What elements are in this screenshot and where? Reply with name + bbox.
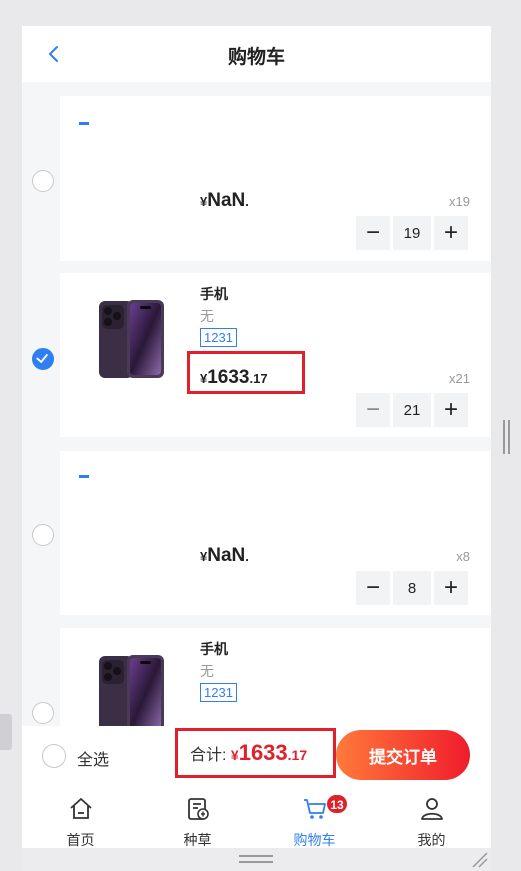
product-spec: 无 <box>200 663 214 679</box>
increase-button[interactable]: + <box>434 571 468 605</box>
submit-order-button[interactable]: 提交订单 <box>336 730 470 780</box>
resize-grip-icon[interactable] <box>471 851 489 869</box>
product-spec: 无 <box>200 308 214 324</box>
nav-bar: 购物车 <box>22 26 491 82</box>
increase-button[interactable]: + <box>434 393 468 427</box>
notes-icon <box>188 798 209 820</box>
decrease-button[interactable]: − <box>356 571 390 605</box>
product-name: 手机 <box>200 641 228 657</box>
quantity-label: x8 <box>456 549 470 564</box>
product-name: 手机 <box>200 286 228 302</box>
increase-button[interactable]: + <box>434 216 468 250</box>
scrollbar-thumb[interactable] <box>503 420 510 454</box>
phone-product-image[interactable] <box>97 298 167 380</box>
tab-label: 种草 <box>183 832 212 848</box>
tab-label: 购物车 <box>293 832 336 848</box>
quantity-stepper: − 19 + <box>356 216 470 250</box>
select-all-label[interactable]: 全选 <box>77 746 109 770</box>
phone-product-image[interactable] <box>97 653 167 735</box>
cart-count-badge: 13 <box>326 794 348 814</box>
tab-label: 首页 <box>66 832 95 848</box>
price-highlight-box <box>187 351 305 394</box>
home-indicator-area <box>22 848 491 871</box>
select-all-checkbox[interactable] <box>42 744 66 768</box>
home-icon <box>70 798 92 819</box>
tab-profile[interactable]: 我的 <box>373 790 490 848</box>
item-checkbox[interactable] <box>32 524 54 546</box>
decrease-button[interactable]: − <box>356 393 390 427</box>
total-highlight-box <box>175 728 336 778</box>
empty-name-dash <box>79 475 89 478</box>
item-checkbox-checked[interactable] <box>32 348 54 370</box>
tab-home[interactable]: 首页 <box>22 790 139 848</box>
product-tag: 1231 <box>200 328 237 347</box>
quantity-stepper: − 21 + <box>356 393 470 427</box>
decrease-button[interactable]: − <box>356 216 390 250</box>
item-checkbox[interactable] <box>32 702 54 724</box>
empty-name-dash <box>79 122 89 125</box>
cart-icon <box>304 799 326 819</box>
tab-bar: 首页 种草 13 购物车 我的 <box>22 784 491 848</box>
quantity-label: x19 <box>449 194 470 209</box>
quantity-value[interactable]: 8 <box>393 571 431 605</box>
tab-label: 我的 <box>417 832 446 848</box>
tab-cart[interactable]: 13 购物车 <box>256 790 373 848</box>
quantity-stepper: − 8 + <box>356 571 470 605</box>
drag-handle-icon[interactable] <box>238 854 274 864</box>
side-handle[interactable] <box>0 714 12 750</box>
quantity-value[interactable]: 19 <box>393 216 431 250</box>
cart-item: 手机 无 1231 <box>60 628 491 733</box>
cart-item: ¥NaN. x8 − 8 + <box>60 451 491 615</box>
cart-item: ¥NaN. x19 − 19 + <box>60 96 491 261</box>
quantity-value[interactable]: 21 <box>393 393 431 427</box>
quantity-label: x21 <box>449 371 470 386</box>
phone-screen: 购物车 ¥NaN. x19 − 19 + 手机 无 1231 ¥1633.17 … <box>22 26 491 871</box>
tab-notes[interactable]: 种草 <box>139 790 256 848</box>
page-title: 购物车 <box>227 47 285 68</box>
checkmark-icon <box>36 354 48 363</box>
item-price: ¥NaN. <box>200 190 249 211</box>
item-price: ¥NaN. <box>200 545 249 566</box>
user-icon <box>421 798 443 820</box>
product-tag: 1231 <box>200 683 237 702</box>
item-checkbox[interactable] <box>32 170 54 192</box>
